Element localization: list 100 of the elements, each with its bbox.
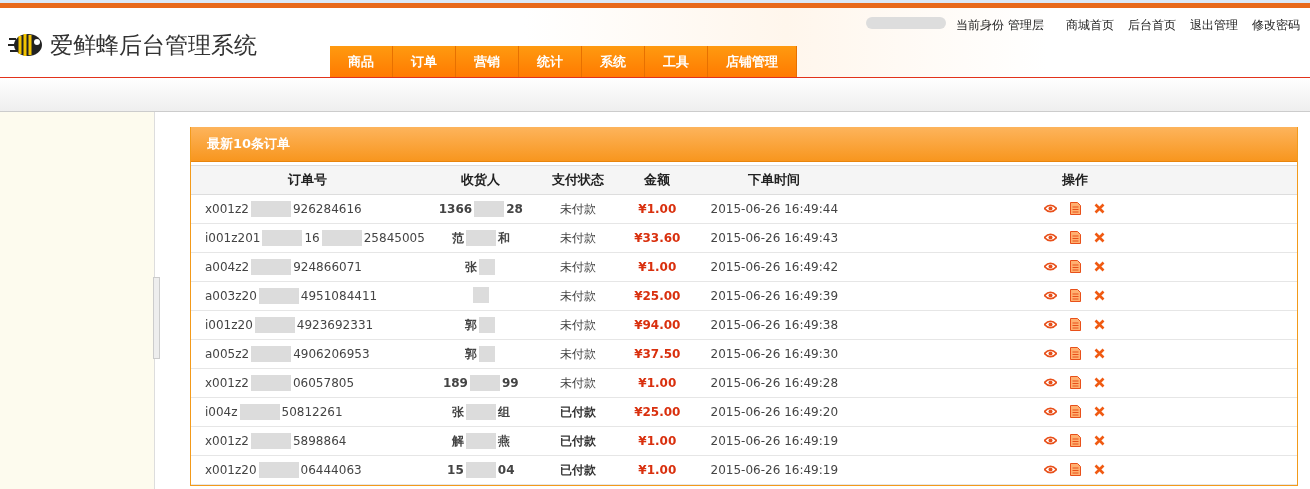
nav-tab[interactable]: 订单 [393, 46, 456, 77]
payment-status: 未付款 [559, 259, 596, 274]
table-cell: x001z2 [205, 376, 249, 390]
redaction-blur [478, 346, 495, 362]
nav-tab[interactable]: 营销 [456, 46, 519, 77]
table-cell: 郭 [464, 316, 477, 334]
table-cell: 99 [502, 376, 519, 390]
redaction-blur [465, 462, 496, 478]
nav-tab[interactable]: 商品 [330, 46, 393, 77]
document-icon[interactable] [1070, 289, 1082, 302]
eye-icon[interactable] [1044, 465, 1058, 474]
document-icon[interactable] [1070, 376, 1082, 389]
payment-status: 未付款 [559, 288, 596, 303]
delete-icon[interactable] [1094, 290, 1106, 301]
table-cell: 1366 [438, 202, 473, 216]
header-link[interactable]: 修改密码 [1252, 17, 1300, 34]
table-cell: 组 [497, 403, 510, 421]
table-cell: 燕 [497, 432, 510, 450]
document-icon[interactable] [1070, 318, 1082, 331]
redaction-blur [478, 259, 495, 275]
table-cell: 25845005 [363, 231, 425, 245]
table-cell: 15 [447, 463, 464, 477]
redaction-blur [474, 201, 505, 217]
document-icon[interactable] [1070, 434, 1082, 447]
table-cell: 范 [451, 229, 464, 247]
nav-tab[interactable]: 工具 [645, 46, 708, 77]
delete-icon[interactable] [1094, 464, 1106, 475]
column-header: 收货人 [424, 165, 537, 195]
table-cell: i001z20 [205, 318, 253, 332]
panel-title: 最新10条订单 [191, 127, 1297, 162]
table-cell: 解 [451, 432, 464, 450]
delete-icon[interactable] [1094, 203, 1106, 214]
redaction-blur [465, 230, 496, 246]
table-cell: 924866071 [293, 260, 362, 274]
document-icon[interactable] [1070, 260, 1082, 273]
table-cell: 04 [497, 463, 515, 477]
redaction-blur [465, 433, 496, 449]
document-icon[interactable] [1070, 202, 1082, 215]
header-link[interactable]: 后台首页 [1128, 17, 1176, 34]
redaction-blur [258, 462, 299, 478]
column-header: 操作 [852, 165, 1297, 195]
redaction-blur [321, 230, 362, 246]
app-title: 爱鲜蜂后台管理系统 [50, 30, 257, 60]
header-link[interactable]: 退出管理 [1190, 17, 1238, 34]
redaction-blur [258, 288, 299, 304]
header-link[interactable]: 商城首页 [1066, 17, 1114, 34]
eye-icon[interactable] [1044, 262, 1058, 271]
nav-tab[interactable]: 统计 [519, 46, 582, 77]
delete-icon[interactable] [1094, 406, 1106, 417]
table-cell: i001z201 [205, 231, 261, 245]
redaction-blur [470, 375, 500, 391]
table-cell: a004z2 [205, 260, 250, 274]
delete-icon[interactable] [1094, 319, 1106, 330]
redaction-blur [262, 230, 303, 246]
table-cell: a005z2 [205, 347, 250, 361]
user-role: 当前身份 管理层 [956, 17, 1044, 34]
payment-status: 未付款 [559, 317, 596, 332]
delete-icon[interactable] [1094, 435, 1106, 446]
eye-icon[interactable] [1044, 320, 1058, 329]
redaction-blur [251, 346, 292, 362]
delete-icon[interactable] [1094, 232, 1106, 243]
redaction-blur [465, 404, 496, 420]
redaction-blur [250, 201, 291, 217]
eye-icon[interactable] [1044, 436, 1058, 445]
table-cell: i004z [205, 405, 238, 419]
delete-icon[interactable] [1094, 261, 1106, 272]
redaction-blur [254, 317, 295, 333]
table-cell: 2015-06-26 16:49:20 [710, 405, 839, 419]
eye-icon[interactable] [1044, 204, 1058, 213]
table-cell: ¥1.00 [638, 260, 677, 274]
column-header: 订单号 [191, 165, 425, 195]
table-cell: 2015-06-26 16:49:44 [710, 202, 839, 216]
document-icon[interactable] [1070, 463, 1082, 476]
eye-icon[interactable] [1044, 378, 1058, 387]
table-cell: 4951084411 [300, 289, 378, 303]
collapse-handle[interactable] [153, 277, 160, 359]
table-cell: ¥1.00 [638, 202, 677, 216]
document-icon[interactable] [1070, 347, 1082, 360]
table-cell: ¥33.60 [634, 231, 681, 245]
nav-tab[interactable]: 店铺管理 [708, 46, 797, 77]
document-icon[interactable] [1070, 405, 1082, 418]
table-cell: 2015-06-26 16:49:38 [710, 318, 839, 332]
table-cell: 郭 [464, 345, 477, 363]
document-icon[interactable] [1070, 231, 1082, 244]
eye-icon[interactable] [1044, 407, 1058, 416]
table-cell: 4923692331 [296, 318, 374, 332]
eye-icon[interactable] [1044, 349, 1058, 358]
nav-tab[interactable]: 系统 [582, 46, 645, 77]
delete-icon[interactable] [1094, 348, 1106, 359]
table-cell: 926284616 [292, 202, 362, 216]
redaction-blur [250, 375, 291, 391]
eye-icon[interactable] [1044, 233, 1058, 242]
payment-status: 未付款 [559, 230, 596, 245]
eye-icon[interactable] [1044, 291, 1058, 300]
delete-icon[interactable] [1094, 377, 1106, 388]
column-header: 下单时间 [695, 165, 853, 195]
table-cell: 4906206953 [293, 347, 370, 361]
table-cell: ¥25.00 [634, 289, 681, 303]
table-cell: 16 [304, 231, 320, 245]
table-cell: 189 [442, 376, 468, 390]
